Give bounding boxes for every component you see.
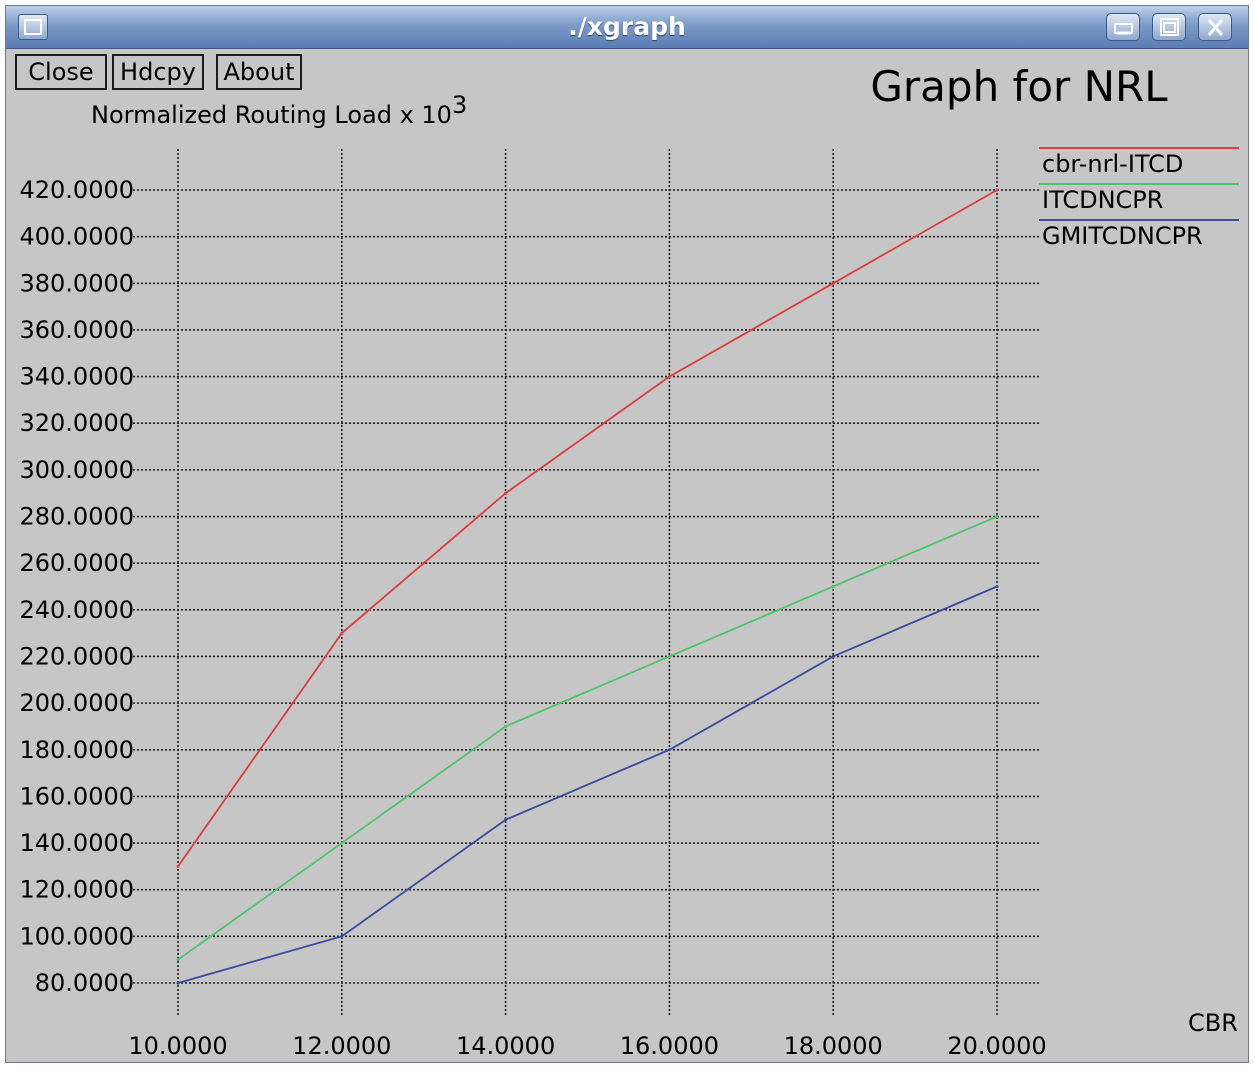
data-point (995, 585, 999, 588)
legend-label: cbr-nrl-ITCD (1042, 150, 1183, 178)
data-point (995, 515, 999, 519)
legend-label: GMITCDNCPR (1042, 222, 1203, 250)
y-tick-label: 160.0000 (19, 782, 134, 810)
data-point (831, 281, 835, 285)
y-tick-label: 340.0000 (19, 363, 134, 391)
grid (133, 149, 1039, 1016)
y-tick-label: 220.0000 (19, 642, 134, 670)
y-tick-label: 260.0000 (19, 549, 134, 577)
y-axis-label: Normalized Routing Load x 103 (91, 91, 467, 129)
y-tick-label: 320.0000 (19, 409, 134, 437)
x-axis-label: CBR (1188, 1009, 1238, 1037)
legend-label: ITCDNCPR (1042, 186, 1163, 214)
data-point (176, 981, 180, 985)
data-point (504, 818, 508, 822)
y-tick-label: 420.0000 (19, 176, 134, 204)
data-point (504, 491, 508, 495)
y-tick-label: 100.0000 (19, 922, 134, 950)
data-point (176, 958, 180, 962)
data-point (995, 188, 999, 192)
x-tick-label: 10.0000 (128, 1032, 227, 1060)
y-tick-label: 140.0000 (19, 829, 134, 857)
data-point (340, 631, 344, 635)
line-chart: Graph for NRL Normalized Routing Load x … (19, 62, 1239, 1060)
data-point (831, 654, 835, 658)
y-tick-label: 300.0000 (19, 456, 134, 484)
data-point (504, 724, 508, 728)
series-line-GMITCDNCPR (177, 585, 998, 984)
data-point (340, 841, 344, 845)
y-tick-label: 280.0000 (19, 503, 134, 531)
y-tick-label: 380.0000 (19, 269, 134, 297)
series-line-cbr-nrl-ITCD (177, 189, 998, 867)
y-axis-label-text: Normalized Routing Load x 10 (91, 101, 452, 129)
y-tick-label: 120.0000 (19, 876, 134, 904)
data-point (667, 654, 671, 658)
series-line-ITCDNCPR (177, 515, 998, 961)
y-tick-label: 200.0000 (19, 689, 134, 717)
data-point (667, 375, 671, 379)
x-tick-label: 20.0000 (947, 1032, 1046, 1060)
x-tick-label: 16.0000 (620, 1032, 719, 1060)
x-tick-label: 18.0000 (784, 1032, 883, 1060)
y-tick-label: 240.0000 (19, 596, 134, 624)
x-tick-label: 12.0000 (292, 1032, 391, 1060)
x-tick-label: 14.0000 (456, 1032, 555, 1060)
y-tick-label: 360.0000 (19, 316, 134, 344)
legend: cbr-nrl-ITCD ITCDNCPR GMITCDNCPR (1039, 147, 1239, 250)
y-tick-label: 80.0000 (35, 969, 134, 997)
xgraph-window: ./xgraph Close Hdcpy About Graph for NRL… (5, 5, 1249, 1063)
y-tick-label: 400.0000 (19, 223, 134, 251)
data-point (831, 585, 835, 588)
tick-labels: 10.0000 12.0000 14.0000 16.0000 18.0000 20.00… (19, 176, 1046, 1060)
series-lines (176, 188, 999, 985)
chart-title: Graph for NRL (870, 62, 1168, 111)
y-tick-label: 180.0000 (19, 736, 134, 764)
y-axis-label-exponent: 3 (452, 91, 467, 119)
data-point (176, 864, 180, 868)
data-point (667, 748, 671, 752)
data-point (340, 934, 344, 938)
